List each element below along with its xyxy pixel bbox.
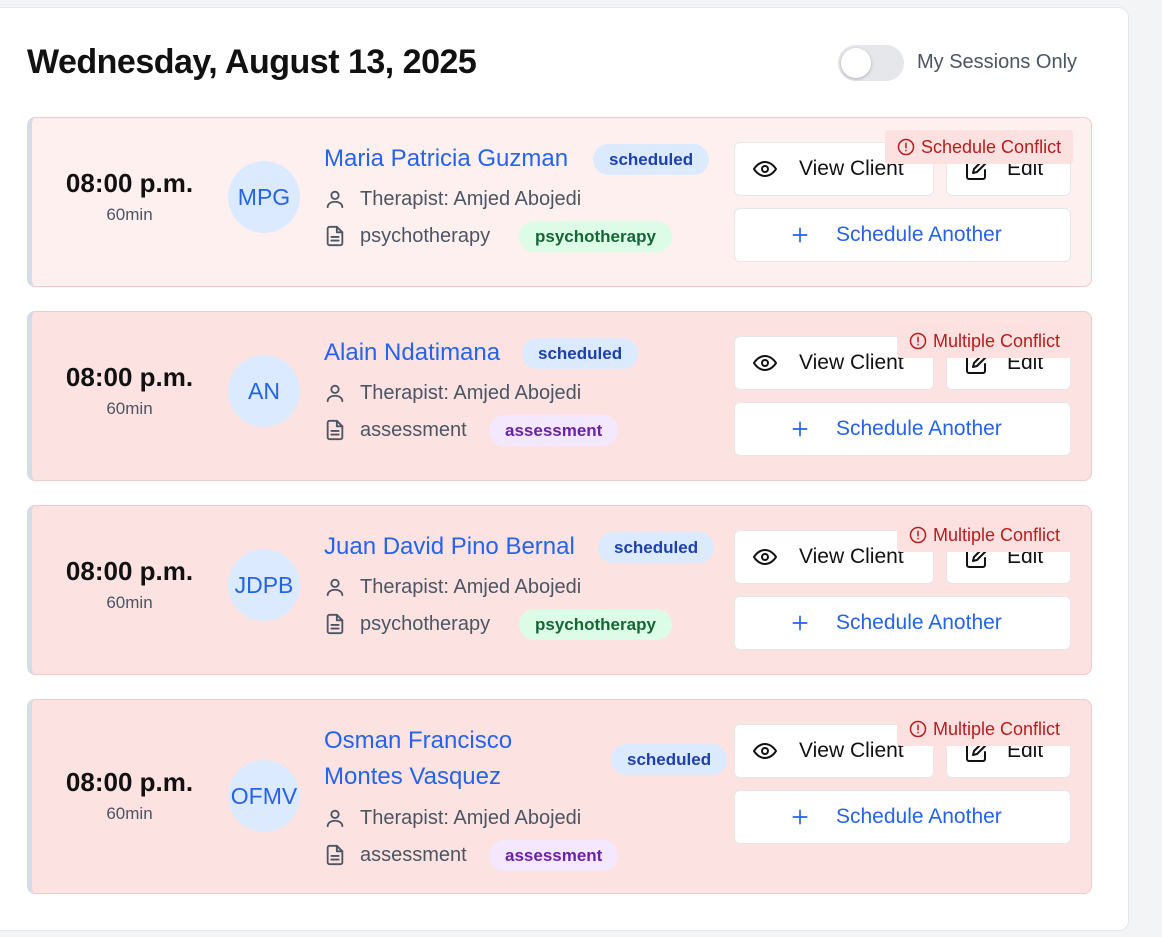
plus-icon — [792, 615, 808, 631]
user-icon — [326, 190, 344, 209]
session-type-badge: psychotherapy — [519, 221, 672, 252]
schedule-another-button[interactable]: Schedule Another — [734, 208, 1071, 262]
session-time-block: 08:00 p.m. 60min — [32, 556, 227, 613]
document-icon — [326, 844, 344, 866]
eye-icon — [753, 548, 777, 566]
eye-icon — [753, 742, 777, 760]
schedule-another-label: Schedule Another — [836, 805, 1002, 828]
conflict-badge: Multiple Conflict — [897, 518, 1073, 552]
document-icon — [326, 613, 344, 635]
conflict-label: Multiple Conflict — [933, 524, 1061, 545]
therapist-label: Therapist: Amjed Abojedi — [360, 575, 582, 598]
view-client-label: View Client — [799, 739, 904, 762]
session-time-block: 08:00 p.m. 60min — [32, 362, 227, 419]
schedule-another-label: Schedule Another — [836, 611, 1002, 634]
session-type: psychotherapy — [360, 612, 491, 635]
therapist-row: Therapist: Amjed Abojedi — [324, 803, 581, 833]
session-type-row: psychotherapy — [324, 609, 490, 639]
session-type-row: assessment — [324, 840, 467, 870]
session-type: psychotherapy — [360, 224, 491, 247]
user-icon — [326, 578, 344, 597]
session-card: 08:00 p.m. 60min AN Alain Ndatimana sche… — [27, 311, 1092, 481]
session-card: 08:00 p.m. 60min JDPB Juan David Pino Be… — [27, 505, 1092, 675]
day-header: Wednesday, August 13, 2025 My Sessions O… — [27, 37, 1092, 89]
conflict-badge: Multiple Conflict — [897, 712, 1073, 746]
session-card: 08:00 p.m. 60min MPG Maria Patricia Guzm… — [27, 117, 1092, 287]
conflict-label: Schedule Conflict — [921, 136, 1062, 157]
session-time-block: 08:00 p.m. 60min — [32, 168, 227, 225]
schedule-another-button[interactable]: Schedule Another — [734, 402, 1071, 456]
alert-circle-icon — [909, 720, 927, 738]
therapist-row: Therapist: Amjed Abojedi — [324, 184, 581, 214]
schedule-another-label: Schedule Another — [836, 223, 1002, 246]
avatar: AN — [228, 355, 300, 427]
status-badge: scheduled — [611, 744, 728, 775]
client-name-link[interactable]: Alain Ndatimana — [324, 335, 500, 371]
session-type-row: assessment — [324, 415, 467, 445]
session-type-badge: psychotherapy — [519, 609, 672, 640]
avatar: JDPB — [228, 549, 300, 621]
session-time-block: 08:00 p.m. 60min — [32, 767, 227, 824]
schedule-another-label: Schedule Another — [836, 417, 1002, 440]
session-time: 08:00 p.m. — [65, 556, 194, 586]
plus-icon — [792, 809, 808, 825]
status-badge: scheduled — [593, 144, 710, 175]
schedule-panel: Wednesday, August 13, 2025 My Sessions O… — [0, 7, 1129, 931]
session-type: assessment — [360, 418, 467, 441]
user-icon — [326, 809, 344, 828]
session-type-badge: assessment — [489, 415, 619, 446]
client-name-link[interactable]: Juan David Pino Bernal — [324, 529, 575, 565]
user-icon — [326, 384, 344, 403]
client-name-link[interactable]: Osman Francisco Montes Vasquez — [324, 723, 512, 795]
document-icon — [326, 419, 344, 441]
conflict-label: Multiple Conflict — [933, 718, 1061, 739]
toggle-knob — [841, 48, 871, 78]
conflict-badge: Multiple Conflict — [897, 324, 1073, 358]
session-duration: 60min — [106, 804, 153, 823]
status-badge: scheduled — [598, 532, 715, 563]
session-duration: 60min — [106, 593, 153, 612]
therapist-label: Therapist: Amjed Abojedi — [360, 806, 582, 829]
session-time: 08:00 p.m. — [65, 168, 194, 198]
session-type-row: psychotherapy — [324, 221, 490, 251]
session-duration: 60min — [106, 399, 153, 418]
client-name-link[interactable]: Maria Patricia Guzman — [324, 141, 568, 177]
therapist-row: Therapist: Amjed Abojedi — [324, 378, 581, 408]
plus-icon — [792, 227, 808, 243]
schedule-another-button[interactable]: Schedule Another — [734, 596, 1071, 650]
therapist-label: Therapist: Amjed Abojedi — [360, 187, 582, 210]
alert-circle-icon — [909, 526, 927, 544]
eye-icon — [753, 354, 777, 372]
client-name-line-2: Montes Vasquez — [324, 763, 501, 790]
avatar: OFMV — [228, 760, 300, 832]
session-type-badge: assessment — [489, 840, 619, 871]
alert-circle-icon — [897, 138, 915, 156]
session-time: 08:00 p.m. — [65, 362, 194, 392]
view-client-label: View Client — [799, 545, 904, 568]
status-badge: scheduled — [522, 338, 639, 369]
schedule-another-button[interactable]: Schedule Another — [734, 790, 1071, 844]
plus-icon — [792, 421, 808, 437]
session-type: assessment — [360, 843, 467, 866]
alert-circle-icon — [909, 332, 927, 350]
client-name-line-1: Osman Francisco — [324, 727, 513, 754]
therapist-row: Therapist: Amjed Abojedi — [324, 572, 581, 602]
document-icon — [326, 225, 344, 247]
my-sessions-toggle[interactable] — [838, 45, 904, 81]
therapist-label: Therapist: Amjed Abojedi — [360, 381, 582, 404]
avatar: MPG — [228, 161, 300, 233]
view-client-label: View Client — [799, 351, 904, 374]
toggle-label: My Sessions Only — [917, 51, 1078, 73]
session-duration: 60min — [106, 205, 153, 224]
session-card: 08:00 p.m. 60min OFMV Osman Francisco Mo… — [27, 699, 1092, 894]
conflict-badge: Schedule Conflict — [885, 130, 1074, 164]
session-time: 08:00 p.m. — [65, 767, 194, 797]
page-title: Wednesday, August 13, 2025 — [27, 43, 477, 81]
conflict-label: Multiple Conflict — [933, 330, 1061, 351]
eye-icon — [753, 160, 777, 178]
